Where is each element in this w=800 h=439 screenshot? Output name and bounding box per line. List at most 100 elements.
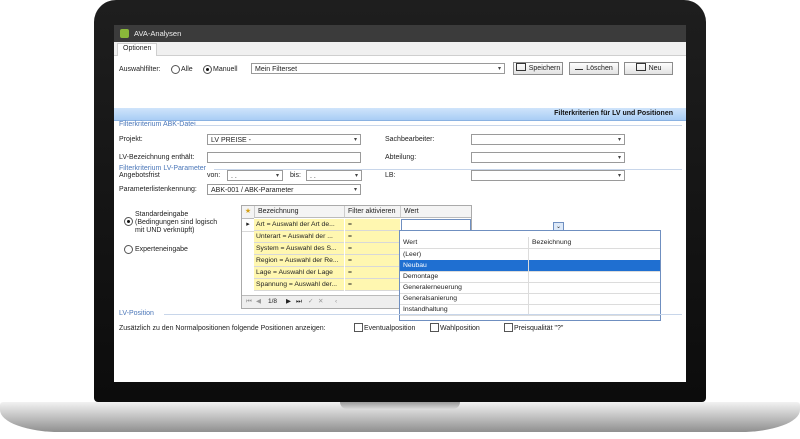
floppy-icon xyxy=(515,63,526,71)
project-select[interactable]: LV PREISE - ▾ xyxy=(207,134,361,145)
section-divider xyxy=(194,125,682,126)
option-desc xyxy=(528,293,532,304)
value-dropdown: Wert Bezeichnung (Leer) Neubau Demontage… xyxy=(399,230,661,321)
section-divider xyxy=(214,169,682,170)
option-desc xyxy=(528,249,532,260)
filterset-select[interactable]: Mein Filterset ▾ xyxy=(251,63,505,74)
paramlist-select[interactable]: ABK-001 / ABK-Parameter ▾ xyxy=(207,184,361,195)
app-window: AVA-Analysen Optionen Auswahlfilter: All… xyxy=(114,25,686,382)
minus-icon xyxy=(575,69,584,71)
checkbox-preisqualitaet-label: Preisqualität "?" xyxy=(514,325,564,332)
col-filter[interactable]: Filter aktivieren xyxy=(344,206,400,218)
row-op: = xyxy=(345,219,400,231)
row-op: = xyxy=(345,279,400,291)
laptop-notch xyxy=(340,402,460,409)
to-value: . . xyxy=(310,173,316,180)
lv-input[interactable] xyxy=(207,152,361,163)
to-date[interactable]: . . ▾ xyxy=(306,170,362,181)
folder-icon xyxy=(635,63,646,71)
title-bar: AVA-Analysen xyxy=(114,25,686,42)
paramlist-label: Parameterlistenkennung: xyxy=(119,186,197,193)
next-page-icon[interactable]: ▶ xyxy=(286,296,291,308)
project-label: Projekt: xyxy=(119,136,143,143)
chevron-down-icon: ▾ xyxy=(275,173,279,179)
dropdown-col-wert: Wert xyxy=(403,239,418,246)
chevron-down-icon: ▾ xyxy=(353,137,357,143)
prev-page-icon[interactable]: ◀ xyxy=(256,296,261,308)
confirm-icon[interactable]: ✓ xyxy=(308,296,313,308)
chevron-down-icon: ▾ xyxy=(497,66,501,72)
from-label: von: xyxy=(207,172,221,179)
radio-manual[interactable] xyxy=(203,65,212,74)
radio-expert-label: Experteneingabe xyxy=(135,246,188,253)
row-op: = xyxy=(345,255,400,267)
page-indicator: 1/8 xyxy=(268,298,278,305)
row-op: = xyxy=(345,267,400,279)
last-page-icon[interactable]: ⏭ xyxy=(296,296,302,308)
from-date[interactable]: . . ▾ xyxy=(227,170,283,181)
filter-label: Auswahlfilter: xyxy=(119,66,161,73)
department-label: Abteilung: xyxy=(385,154,417,161)
row-name: Unterart = Auswahl der ... xyxy=(254,231,344,243)
position-intro: Zusätzlich zu den Normalpositionen folge… xyxy=(119,325,326,332)
radio-standard-label: Standardeingabe (Bedingungen sind logisc… xyxy=(135,211,218,234)
clerk-select[interactable]: ▾ xyxy=(471,134,625,145)
row-op: = xyxy=(345,243,400,255)
row-name: Spannung = Auswahl der... xyxy=(254,279,344,291)
new-button-label: Neu xyxy=(648,65,662,72)
delete-button-label: Löschen xyxy=(586,65,613,72)
lb-label: LB: xyxy=(385,172,396,179)
department-select[interactable]: ▾ xyxy=(471,152,625,163)
radio-all[interactable] xyxy=(171,65,180,74)
filterset-value: Mein Filterset xyxy=(255,66,298,73)
radio-expert[interactable] xyxy=(124,245,133,254)
dropdown-col-bezeichnung: Bezeichnung xyxy=(528,237,571,248)
window-title: AVA-Analysen xyxy=(134,29,182,38)
row-name: Lage = Auswahl der Lage xyxy=(254,267,344,279)
row-name: Region = Auswahl der Re... xyxy=(254,255,344,267)
option-desc xyxy=(528,260,532,271)
lv-label: LV-Bezeichnung enthält: xyxy=(119,154,195,161)
option-label: Demontage xyxy=(403,273,439,280)
checkbox-wahlposition-label: Wahlposition xyxy=(440,325,480,332)
star-icon: ★ xyxy=(242,206,254,219)
checkbox-eventualposition-label: Eventualposition xyxy=(364,325,416,332)
cancel-icon[interactable]: ✕ xyxy=(318,296,323,308)
scroll-left-icon[interactable]: ‹ xyxy=(335,296,337,308)
header-band: Filterkriterien für LV und Positionen xyxy=(114,108,686,121)
row-name: System = Auswahl des S... xyxy=(254,243,344,255)
chevron-down-icon: ▾ xyxy=(617,137,621,143)
chevron-down-icon: ▾ xyxy=(353,187,357,193)
row-op: = xyxy=(345,231,400,243)
first-page-icon[interactable]: ⏮ xyxy=(246,296,252,308)
save-button-label: Speichern xyxy=(528,65,561,72)
new-button[interactable]: Neu xyxy=(624,62,673,75)
checkbox-preisqualitaet[interactable] xyxy=(504,323,513,332)
deadline-label: Angebotsfrist xyxy=(119,172,160,179)
delete-button[interactable]: Löschen xyxy=(569,62,619,75)
from-value: . . xyxy=(231,173,237,180)
app-icon xyxy=(120,29,129,38)
chevron-down-icon: ▾ xyxy=(617,155,621,161)
option-label: Generalsanierung xyxy=(403,295,458,302)
checkbox-wahlposition[interactable] xyxy=(430,323,439,332)
option-label: (Leer) xyxy=(403,251,422,258)
abk-section-title: Filterkriterium ABK-Datei xyxy=(119,121,196,128)
row-pointer-icon: ▸ xyxy=(242,219,254,232)
position-section-title: LV-Position xyxy=(119,310,154,317)
tab-optionen[interactable]: Optionen xyxy=(117,43,158,56)
radio-standard[interactable] xyxy=(124,217,133,226)
section-divider xyxy=(164,314,682,315)
lvparam-section-title: Filterkriterium LV-Parameter xyxy=(119,165,207,172)
header-title: Filterkriterien für LV und Positionen xyxy=(554,110,673,117)
col-wert[interactable]: Wert xyxy=(400,206,471,218)
lb-select[interactable]: ▾ xyxy=(471,170,625,181)
radio-manual-label: Manuell xyxy=(213,66,238,73)
dropdown-header: Wert Bezeichnung xyxy=(400,237,660,249)
option-label: Neubau xyxy=(403,262,427,269)
col-bezeichnung[interactable]: Bezeichnung xyxy=(254,206,344,218)
chevron-down-icon: ▾ xyxy=(354,173,358,179)
checkbox-eventualposition[interactable] xyxy=(354,323,363,332)
save-button[interactable]: Speichern xyxy=(513,62,563,75)
row-name: Art = Auswahl der Art de... xyxy=(254,219,344,231)
